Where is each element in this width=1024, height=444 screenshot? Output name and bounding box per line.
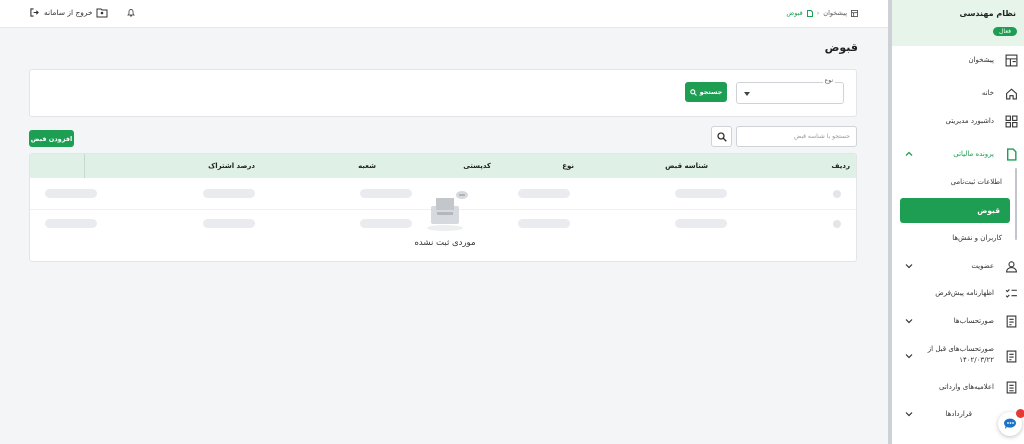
row-placeholder-dot: [833, 190, 841, 198]
logout-button[interactable]: خروج از سامانه: [30, 8, 93, 17]
invoice-icon: [1006, 350, 1017, 363]
sidebar-item-label: صورتحساب‌ها: [953, 317, 994, 325]
main-area: خروج از سامانه پیشخوان ‹ قبوض قبوض نوع ج…: [0, 0, 888, 444]
breadcrumb: پیشخوان ‹ قبوض: [786, 9, 858, 17]
breadcrumb-bills: قبوض: [786, 9, 803, 17]
sidebar-item-dashboard[interactable]: پیشخوان: [892, 51, 1024, 71]
dashboard-icon: [851, 9, 858, 17]
add-bill-button[interactable]: افزودن قبض: [29, 130, 74, 147]
sidebar-item-label: داشبورد مدیریتی: [945, 117, 994, 125]
bills-table: ردیف شناسه قبض نوع کدپستی شعبه درصد اشتر…: [29, 153, 857, 262]
chevron-down-icon[interactable]: [904, 316, 914, 326]
chevron-down-icon[interactable]: [904, 351, 914, 361]
breadcrumb-separator: ‹: [816, 9, 820, 17]
breadcrumb-dashboard[interactable]: پیشخوان: [823, 9, 847, 17]
sidebar-subitem-label: قبوض: [977, 206, 1000, 215]
top-bar: خروج از سامانه پیشخوان ‹ قبوض: [0, 0, 888, 28]
logout-label: خروج از سامانه: [44, 8, 93, 17]
chat-icon: [1004, 418, 1016, 429]
file-icon: [1007, 148, 1017, 161]
sidebar-item-label: اعلامیه‌های وارداتی: [939, 383, 994, 391]
skeleton-cell: [203, 189, 255, 198]
col-branch: شعبه: [358, 162, 376, 170]
document-icon: [806, 9, 813, 17]
sidebar-item-default-declaration[interactable]: اظهارنامه پیش‌فرض: [892, 284, 1024, 304]
skeleton-cell: [518, 189, 570, 198]
skeleton-cell: [360, 189, 412, 198]
sidebar-item-label: پرونده مالیاتی: [953, 150, 994, 158]
search-icon: [716, 131, 727, 142]
empty-state-illustration-icon: [427, 191, 468, 231]
notification-button[interactable]: [127, 8, 135, 17]
chevron-down-icon[interactable]: [904, 261, 914, 271]
sidebar-item-label: عضویت: [971, 262, 994, 270]
skeleton-cell: [203, 219, 255, 228]
skeleton-cell: [518, 219, 570, 228]
bell-icon: [127, 9, 135, 17]
sidebar-item-membership[interactable]: عضویت: [892, 257, 1024, 277]
header-divider: [84, 154, 85, 178]
sidebar-item-label: اظهارنامه پیش‌فرض: [935, 289, 994, 297]
skeleton-cell: [675, 219, 727, 228]
search-button-label: جستجو: [699, 88, 723, 96]
folder-user-icon: [96, 8, 108, 18]
table-search-button[interactable]: [711, 126, 732, 147]
invoice-icon: [1006, 315, 1017, 328]
sidebar-item-invoices-before[interactable]: صورتحساب‌های قبل از ۱۴۰۲/۰۳/۲۲: [892, 343, 1024, 369]
sidebar-item-label: خانه: [981, 89, 994, 97]
sidebar-header: نظام مهندسی فعال: [892, 0, 1024, 46]
sidebar-item-tax-file[interactable]: پرونده مالیاتی: [892, 145, 1024, 165]
logout-icon: [30, 8, 39, 17]
folder-switch-button[interactable]: [96, 8, 108, 18]
dashboard-icon: [1005, 54, 1018, 67]
import-icon: [1006, 381, 1017, 394]
type-select-label: نوع: [822, 77, 835, 84]
row-placeholder-dot: [833, 220, 841, 228]
skeleton-cell: [675, 189, 727, 198]
submenu-scrollbar[interactable]: [1015, 168, 1017, 240]
skeleton-cell: [360, 219, 412, 228]
caret-down-icon: [744, 92, 750, 96]
filter-card: نوع جستجو: [29, 69, 857, 117]
empty-state-text: موردی ثبت نشده: [414, 238, 476, 248]
skeleton-cell: [45, 189, 97, 198]
system-title: نظام مهندسی: [959, 9, 1016, 18]
grid-icon: [1005, 115, 1018, 128]
sidebar-item-management-dashboard[interactable]: داشبورد مدیریتی: [892, 112, 1024, 132]
col-bill-id: شناسه قبض: [665, 162, 708, 170]
sidebar-subitem-registration-info[interactable]: اطلاعات ثبت‌نامی: [951, 178, 1002, 186]
chevron-up-icon[interactable]: [904, 149, 914, 159]
type-select[interactable]: نوع: [736, 77, 844, 104]
sidebar: نظام مهندسی فعال پیشخوان خانه داشبورد مد…: [888, 0, 1024, 444]
sidebar-item-label: قراردادها: [945, 410, 972, 418]
col-postal-code: کدپستی: [463, 162, 491, 170]
sidebar-subitem-bills[interactable]: قبوض: [900, 198, 1010, 223]
chevron-down-icon[interactable]: [904, 409, 914, 419]
sidebar-item-home[interactable]: خانه: [892, 84, 1024, 104]
sidebar-item-label: صورتحساب‌های قبل از ۱۴۰۲/۰۳/۲۲: [927, 345, 994, 364]
notification-count-badge: [1016, 409, 1024, 418]
user-icon: [1006, 261, 1017, 273]
search-button[interactable]: جستجو: [685, 82, 727, 102]
home-icon: [1006, 88, 1017, 100]
search-icon: [689, 88, 697, 96]
col-share-percent: درصد اشتراک: [208, 162, 255, 170]
col-row: ردیف: [831, 162, 850, 170]
sidebar-subitem-users-roles[interactable]: کاربران و نقش‌ها: [952, 234, 1002, 242]
checklist-icon: [1005, 289, 1017, 298]
col-type: نوع: [562, 162, 574, 170]
sidebar-item-invoices[interactable]: صورتحساب‌ها: [892, 312, 1024, 332]
sidebar-item-label: پیشخوان: [968, 56, 994, 64]
skeleton-cell: [45, 219, 97, 228]
sidebar-item-import-declarations[interactable]: اعلامیه‌های وارداتی: [892, 378, 1024, 398]
bill-id-search-input[interactable]: جستجو با شناسه قبض: [736, 126, 857, 147]
page-title: قبوض: [824, 41, 858, 54]
support-chat-button[interactable]: [998, 409, 1024, 436]
table-header: ردیف شناسه قبض نوع کدپستی شعبه درصد اشتر…: [30, 154, 856, 178]
status-badge: فعال: [993, 27, 1017, 36]
